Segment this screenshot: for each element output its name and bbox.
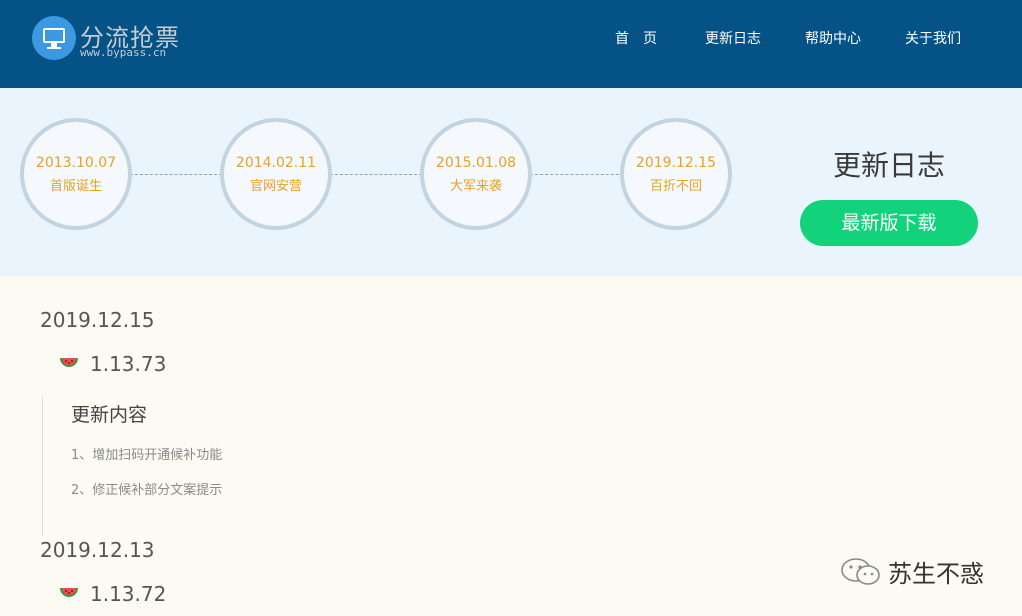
timeline-banner: 2013.10.07 首版诞生 2014.02.11 官网安营 2015.01.… [0, 88, 1022, 276]
nav-home[interactable]: 首 页 [615, 28, 657, 48]
timeline-connector [330, 174, 422, 175]
logo-url: www.bypass.cn [80, 46, 167, 59]
timeline-connector [530, 174, 624, 175]
timeline-date: 2014.02.11 [235, 155, 317, 171]
release-notes: 更新内容 1、增加扫码开通候补功能 2、修正候补部分文案提示 [42, 396, 442, 536]
nav-about-us[interactable]: 关于我们 [905, 28, 961, 48]
entry-date: 2019.12.15 [40, 308, 155, 332]
timeline-label: 首版诞生 [49, 179, 102, 194]
timeline-node: 2015.01.08 大军来袭 [420, 118, 532, 230]
timeline-node: 2019.12.15 百折不回 [620, 118, 732, 230]
watermark: 苏生不惑 [840, 552, 1000, 592]
version-number: 1.13.72 [90, 582, 167, 606]
note-item: 1、增加扫码开通候补功能 [71, 448, 223, 463]
timeline-label: 官网安营 [249, 179, 302, 194]
timeline-node: 2014.02.11 官网安营 [220, 118, 332, 230]
site-logo[interactable]: 分流抢票 www.bypass.cn [32, 16, 192, 64]
watermark-text: 苏生不惑 [888, 560, 984, 588]
watermelon-icon [60, 358, 78, 367]
timeline-label: 大军来袭 [449, 179, 502, 194]
note-item: 2、修正候补部分文案提示 [71, 483, 223, 498]
watermelon-icon [60, 588, 78, 597]
timeline-connector [130, 174, 222, 175]
timeline-node: 2013.10.07 首版诞生 [20, 118, 132, 230]
timeline-date: 2019.12.15 [635, 155, 717, 171]
wechat-icon [841, 558, 880, 585]
version-number: 1.13.73 [90, 352, 167, 376]
monitor-icon [32, 16, 76, 60]
nav-help-center[interactable]: 帮助中心 [805, 28, 861, 48]
entry-date: 2019.12.13 [40, 538, 155, 562]
top-header: 分流抢票 www.bypass.cn 首 页 更新日志 帮助中心 关于我们 [0, 0, 1022, 88]
page-title: 更新日志 [832, 149, 945, 182]
timeline-date: 2015.01.08 [435, 155, 517, 171]
timeline-date: 2013.10.07 [35, 155, 117, 171]
notes-title: 更新内容 [71, 404, 148, 426]
nav-changelog[interactable]: 更新日志 [705, 28, 761, 48]
timeline-label: 百折不回 [649, 179, 702, 194]
download-latest-button[interactable]: 最新版下载 [800, 200, 978, 246]
